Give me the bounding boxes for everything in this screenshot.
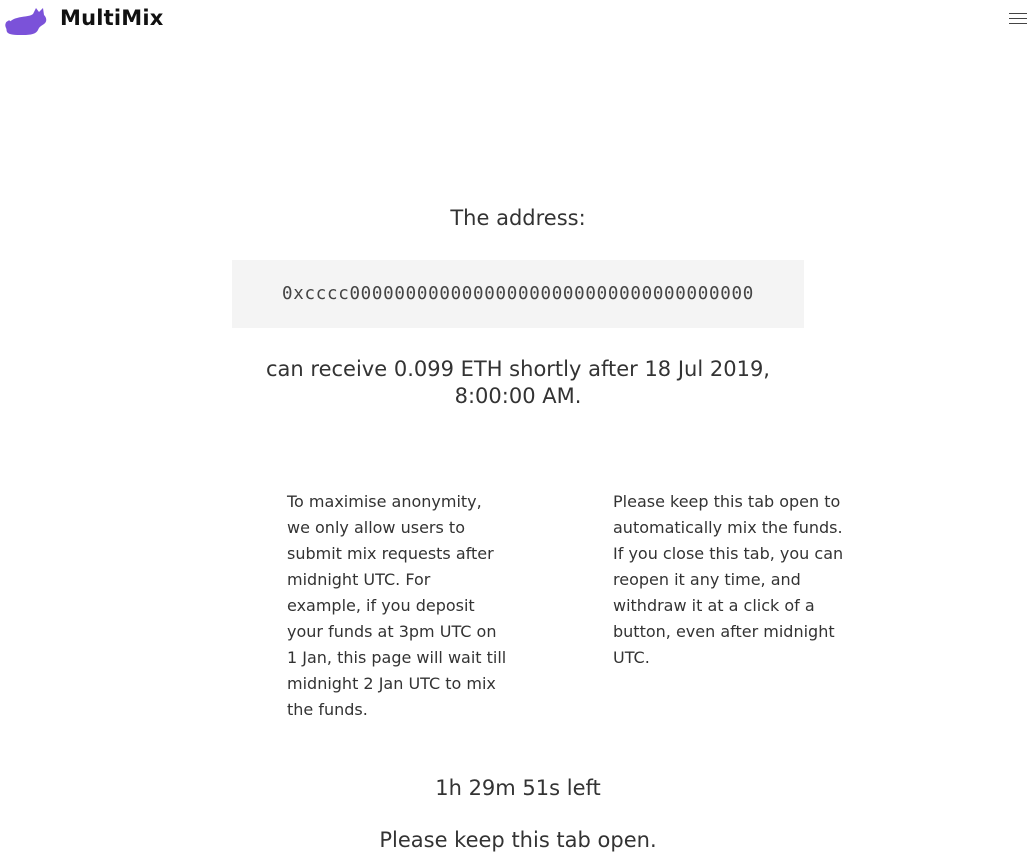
countdown-timer: 1h 29m 51s left [435,776,601,800]
anonymity-info: To maximise anonymity, we only allow use… [287,492,507,719]
menu-line [1009,18,1027,19]
brand-name[interactable]: MultiMix [60,6,164,30]
menu-line [1009,23,1027,24]
receive-info: can receive 0.099 ETH shortly after 18 J… [266,357,770,408]
address-value: 0xcccc0000000000000000000000000000000000… [282,284,754,304]
hamburger-menu-icon[interactable] [1009,13,1027,27]
top-navigation-bar: MultiMix [0,0,1033,40]
menu-line [1009,13,1027,14]
keep-open-notice: Please keep this tab open. [379,828,657,852]
address-heading: The address: [450,206,586,230]
cat-icon[interactable] [3,2,51,38]
keep-tab-info: Please keep this tab open to automatical… [613,492,844,667]
address-box: 0xcccc0000000000000000000000000000000000… [232,260,804,328]
